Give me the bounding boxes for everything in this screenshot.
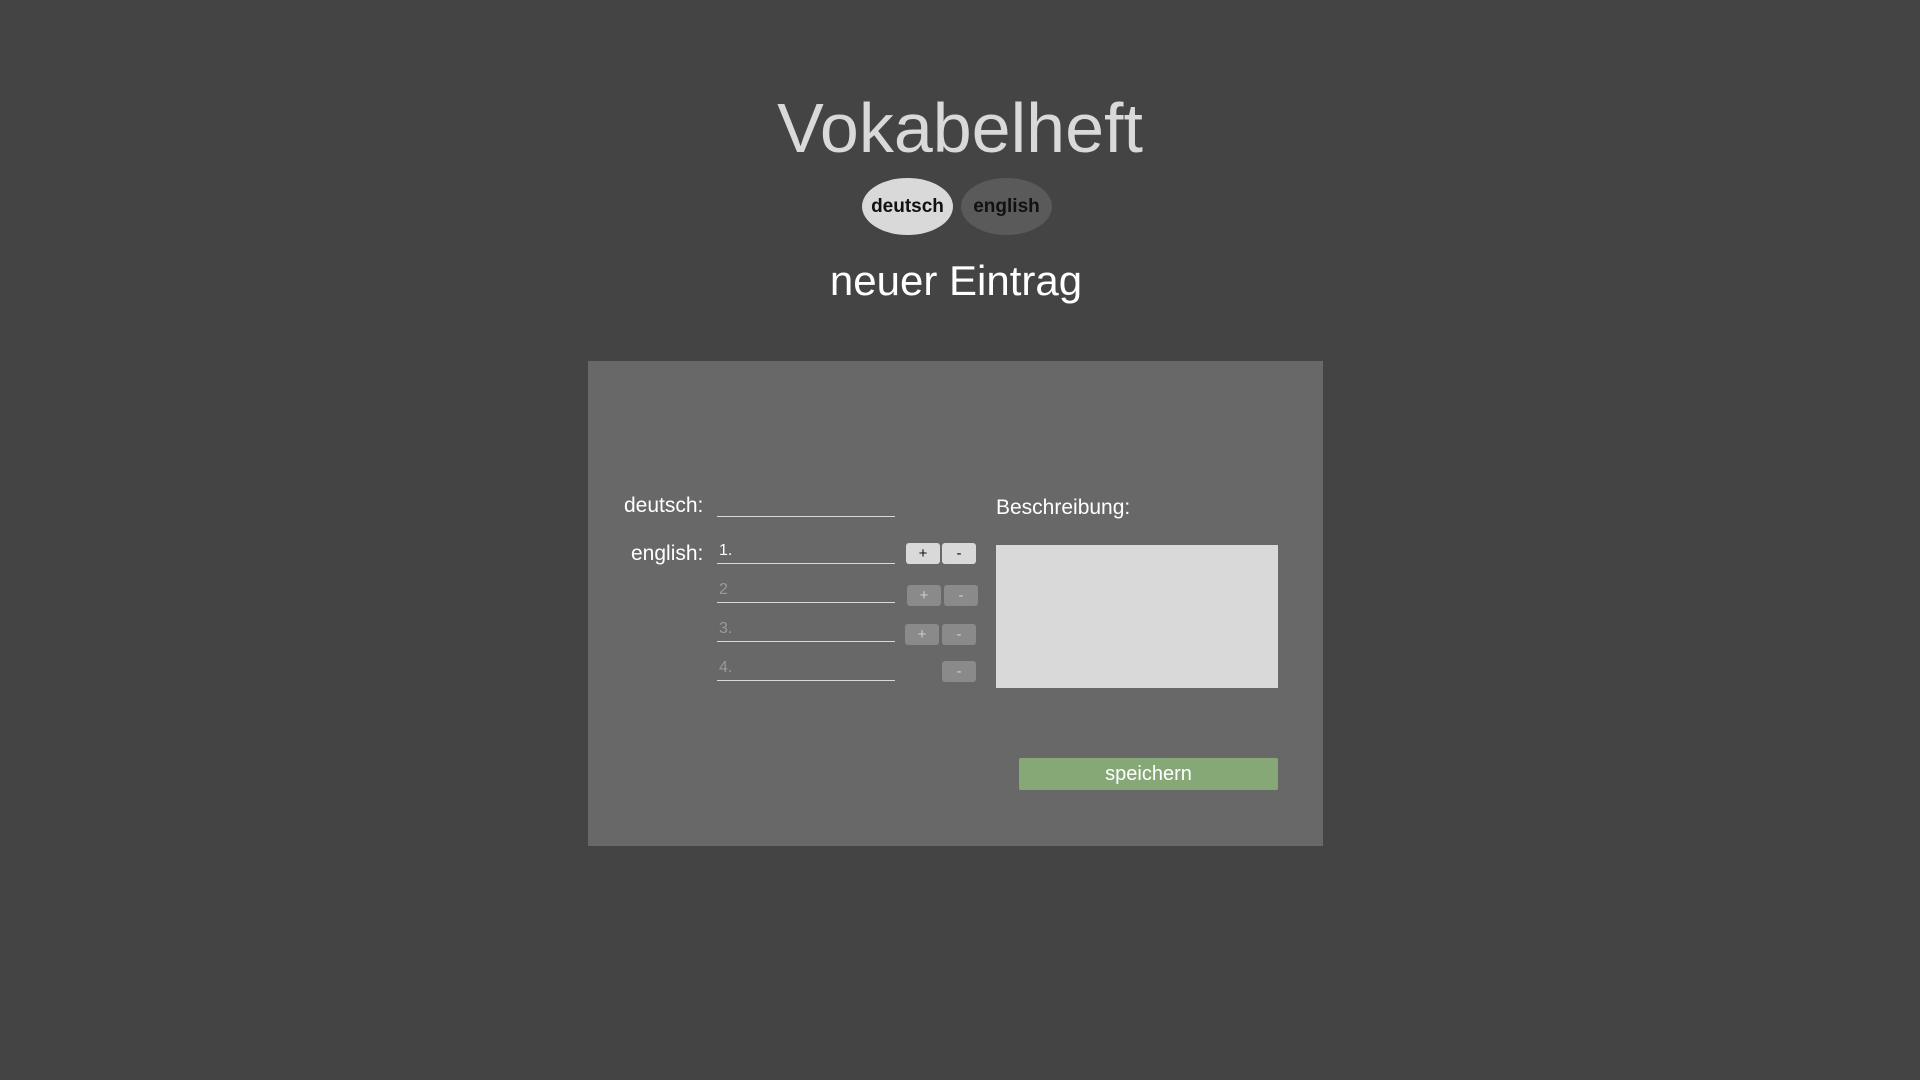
entry-form: deutsch: english: + - + - + - - Beschrei… (588, 361, 1323, 846)
english-label: english: (631, 542, 704, 565)
app-title: Vokabelheft (777, 89, 1143, 167)
language-switch: deutsch english (862, 178, 1052, 235)
german-label: deutsch: (624, 494, 704, 517)
english-4-remove-button[interactable]: - (942, 661, 976, 682)
english-input-2[interactable] (717, 577, 895, 603)
english-2-remove-button[interactable]: - (944, 585, 978, 606)
description-textarea[interactable] (996, 545, 1278, 688)
english-1-remove-button[interactable]: - (942, 543, 976, 564)
english-input-4[interactable] (717, 655, 895, 681)
english-input-1[interactable] (717, 538, 895, 564)
english-3-add-button[interactable]: + (905, 624, 939, 645)
description-label: Beschreibung: (996, 496, 1131, 519)
language-option-english[interactable]: english (961, 178, 1052, 235)
german-input[interactable] (717, 491, 895, 517)
save-button[interactable]: speichern (1019, 758, 1278, 790)
language-option-deutsch[interactable]: deutsch (862, 178, 953, 235)
english-3-remove-button[interactable]: - (942, 624, 976, 645)
english-1-add-button[interactable]: + (906, 543, 940, 564)
english-2-add-button[interactable]: + (907, 585, 941, 606)
page-heading: neuer Eintrag (829, 257, 1083, 304)
english-input-3[interactable] (717, 616, 895, 642)
